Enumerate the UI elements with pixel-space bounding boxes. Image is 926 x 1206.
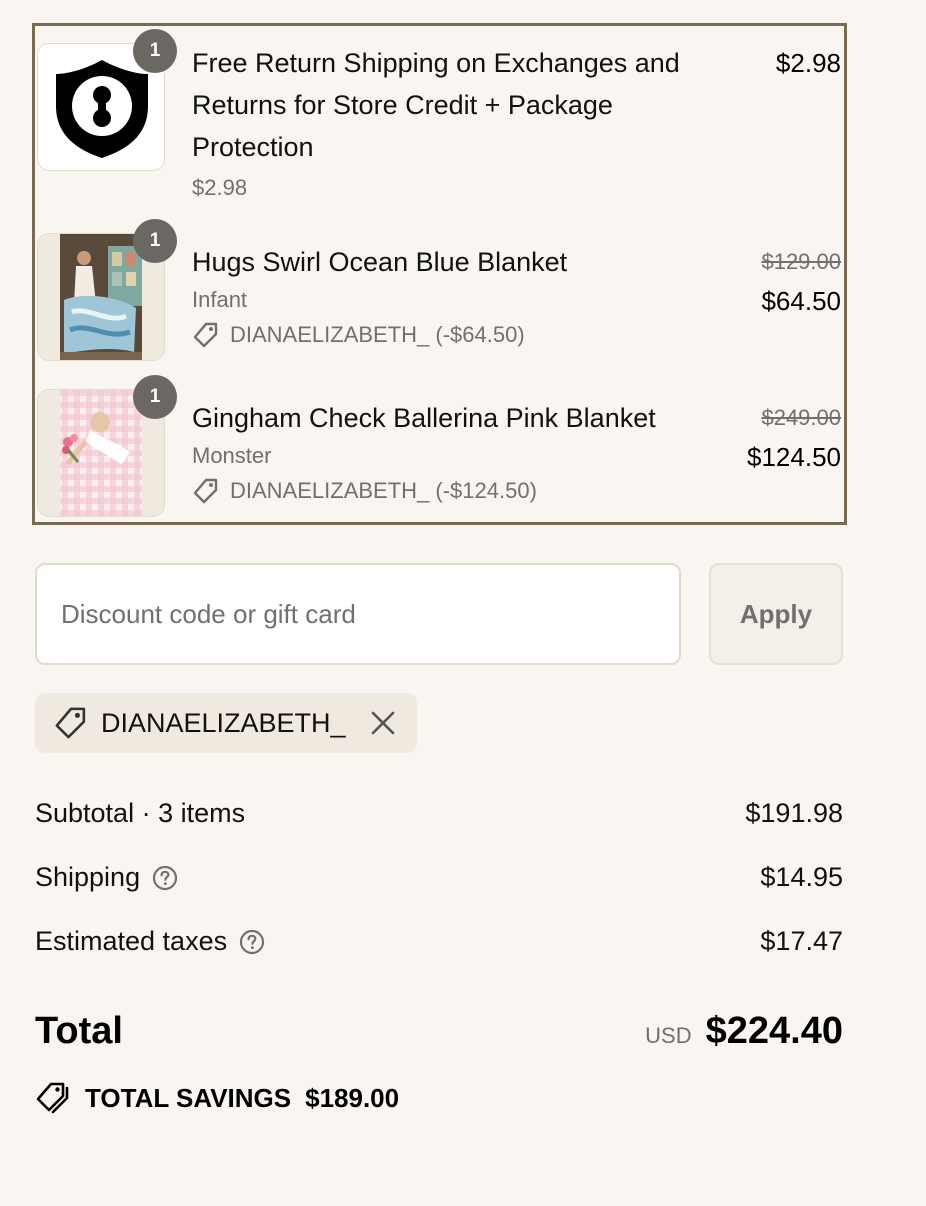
- item-price: $124.50: [747, 442, 841, 472]
- discount-code-input[interactable]: [61, 598, 679, 630]
- total-label: Total: [35, 1010, 123, 1052]
- item-title: Hugs Swirl Ocean Blue Blanket: [192, 247, 568, 277]
- quantity-badge: 1: [133, 219, 177, 263]
- discount-label: DIANAELIZABETH_ (-$124.50): [230, 478, 537, 503]
- line-item: 1 Free Return Shipping on Exchanges and …: [35, 26, 844, 206]
- item-variant: Infant: [192, 287, 248, 312]
- item-original-price: $129.00: [761, 249, 841, 274]
- discount-code-field[interactable]: [35, 563, 681, 665]
- tags-icon: [36, 1082, 69, 1114]
- cart-items-box: 1 Free Return Shipping on Exchanges and …: [32, 23, 847, 525]
- help-icon[interactable]: [152, 865, 178, 891]
- help-icon[interactable]: [239, 929, 265, 955]
- item-variant: Monster: [192, 443, 272, 468]
- line-item: 1 Gingham Check Ballerina Pink Blanket M…: [35, 366, 844, 526]
- item-price: $64.50: [761, 286, 841, 316]
- shipping-label: Shipping: [35, 862, 141, 892]
- item-price: $2.98: [775, 48, 841, 78]
- item-discount: DIANAELIZABETH_ (-$124.50): [192, 477, 537, 505]
- subtotal-label: Subtotal · 3 items: [35, 798, 246, 828]
- subtotal-value: $191.98: [745, 798, 843, 828]
- discount-label: DIANAELIZABETH_ (-$64.50): [230, 322, 525, 347]
- item-unit-price: $2.98: [192, 175, 248, 200]
- quantity-badge: 1: [133, 29, 177, 73]
- currency-code: USD: [645, 1023, 692, 1048]
- apply-button[interactable]: Apply: [709, 563, 843, 665]
- item-title: Gingham Check Ballerina Pink Blanket: [192, 403, 656, 433]
- total-row: Total USD $224.40: [35, 1010, 843, 1053]
- tag-icon: [193, 478, 218, 504]
- item-original-price: $249.00: [761, 405, 841, 430]
- quantity-badge: 1: [133, 375, 177, 419]
- item-title: Free Return Shipping on Exchanges and Re…: [192, 48, 680, 162]
- total-amount: $224.40: [705, 1010, 843, 1052]
- tag-icon: [55, 707, 86, 739]
- total-savings: TOTAL SAVINGS $189.00: [35, 1080, 399, 1116]
- savings-amount: $189.00: [305, 1082, 400, 1113]
- remove-discount-icon[interactable]: [369, 709, 397, 737]
- savings-label: TOTAL SAVINGS: [85, 1082, 292, 1113]
- subtotal-row: Subtotal · 3 items $191.98: [35, 798, 843, 829]
- tag-icon: [193, 322, 218, 348]
- taxes-value: $17.47: [760, 926, 843, 956]
- applied-code-label: DIANAELIZABETH_: [101, 707, 346, 738]
- applied-discount-chip: DIANAELIZABETH_: [35, 693, 417, 753]
- item-discount: DIANAELIZABETH_ (-$64.50): [192, 321, 525, 349]
- taxes-label: Estimated taxes: [35, 926, 228, 956]
- line-item: 1 Hugs Swirl Ocean Blue Blanket Infant D…: [35, 206, 844, 366]
- taxes-row: Estimated taxes $17.47: [35, 926, 843, 957]
- shipping-row: Shipping $14.95: [35, 862, 843, 893]
- shipping-value: $14.95: [760, 862, 843, 892]
